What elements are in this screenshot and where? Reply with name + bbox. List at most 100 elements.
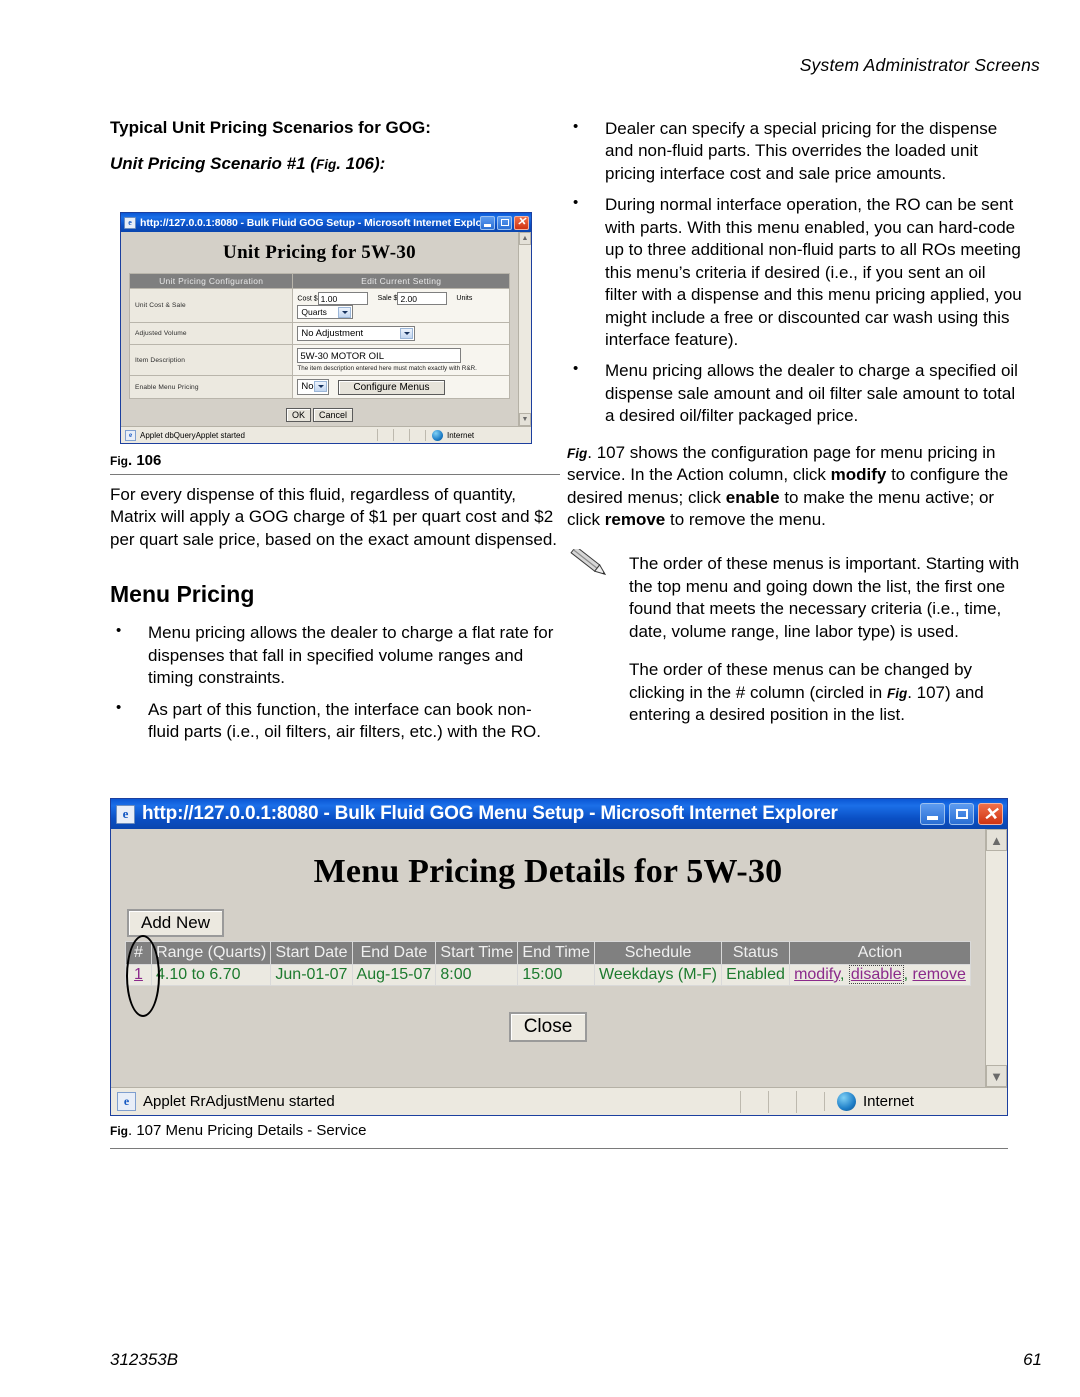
cell-action: modify, disable, remove	[788, 964, 972, 986]
fig107-caption: Fig. 107 Menu Pricing Details - Service	[110, 1122, 366, 1139]
fig106-caption: Fig. 106	[110, 452, 161, 469]
fig107-caption-text: . 107 Menu Pricing Details - Service	[128, 1122, 367, 1139]
fig107-zone-label: Internet	[863, 1093, 914, 1110]
scroll-down-arrow-icon[interactable]: ▼	[986, 1065, 1007, 1087]
close-icon[interactable]: ✕	[978, 803, 1003, 825]
ie-page-icon	[116, 804, 135, 824]
ie-page-icon	[117, 1092, 136, 1111]
close-icon[interactable]: ✕	[514, 215, 529, 230]
enable-menu-pricing-value: No	[301, 381, 314, 392]
row-value-item-description: 5W-30 MOTOR OIL The item description ent…	[292, 344, 510, 376]
fig107-title-bar[interactable]: http://127.0.0.1:8080 - Bulk Fluid GOG M…	[111, 799, 1007, 829]
status-segment	[796, 1090, 824, 1113]
maximize-icon[interactable]	[949, 803, 974, 825]
remove-link[interactable]: remove	[913, 966, 966, 983]
cost-label: Cost $	[297, 295, 318, 303]
fig106-caption-number: . 106	[128, 452, 162, 469]
fig107-page-heading: Menu Pricing Details for 5W-30	[313, 853, 783, 890]
left-bullet-list: Menu pricing allows the dealer to charge…	[110, 621, 562, 743]
menu-pricing-heading: Menu Pricing	[110, 581, 255, 608]
list-item: Dealer can specify a special pricing for…	[567, 117, 1022, 185]
fig107-status-text: Applet RrAdjustMenu started	[143, 1093, 335, 1110]
fig106-vertical-scrollbar[interactable]: ▲ ▼	[518, 232, 531, 426]
fig107-caption-label: Fig	[110, 1124, 128, 1138]
units-select[interactable]: Quarts	[297, 305, 354, 319]
close-button[interactable]: Close	[508, 1012, 588, 1042]
minimize-icon[interactable]	[920, 803, 945, 825]
table-row-enable-menu-pricing: Enable Menu Pricing No Configure Menus	[128, 375, 510, 399]
status-segment	[409, 429, 425, 441]
fig107-vertical-scrollbar[interactable]: ▲ ▼	[985, 829, 1007, 1087]
fig106-browser-window: http://127.0.0.1:8080 - Bulk Fluid GOG S…	[120, 212, 532, 444]
disable-link[interactable]: disable	[848, 965, 904, 984]
fig106-page: Unit Pricing for 5W-30 Unit Pricing Conf…	[121, 232, 518, 426]
fig106-title-bar[interactable]: http://127.0.0.1:8080 - Bulk Fluid GOG S…	[121, 213, 531, 232]
chevron-down-icon	[400, 328, 414, 339]
chevron-down-icon	[314, 381, 328, 392]
fig106-caption-label: Fig	[110, 454, 128, 468]
modify-link[interactable]: modify	[794, 966, 840, 983]
col-header-action: Action	[788, 941, 972, 965]
left-column: Typical Unit Pricing Scenarios for GOG: …	[110, 118, 560, 182]
cell-start-time: 8:00	[435, 964, 519, 986]
row-label-adjusted-volume: Adjusted Volume	[128, 322, 294, 345]
running-head: System Administrator Screens	[799, 55, 1040, 75]
left-heading-italic: Unit Pricing Scenario #1 (Fig. 106):	[110, 154, 560, 174]
cell-end-date: Aug-15-07	[351, 964, 437, 986]
configure-menus-button[interactable]: Configure Menus	[338, 379, 445, 395]
scroll-up-arrow-icon[interactable]: ▲	[986, 829, 1007, 851]
fig107-reference-paragraph: Fig. 107 shows the configuration page fo…	[567, 442, 1022, 532]
col-header-range: Range (Quarts)	[150, 941, 272, 965]
row-value-adjusted-volume: No Adjustment	[292, 322, 510, 345]
fig106-status-bar: Applet dbQueryApplet started Internet	[121, 426, 531, 443]
table-row-unit-cost-sale: Unit Cost & Sale Cost $1.00 Sale $2.00 U…	[128, 288, 510, 323]
enable-menu-pricing-select[interactable]: No	[297, 379, 330, 395]
note-block: The order of these menus is important. S…	[567, 549, 1022, 726]
chevron-down-icon	[338, 307, 352, 318]
bold-modify: modify	[830, 465, 887, 485]
cell-end-time: 15:00	[517, 964, 596, 986]
fig-smallcaps: Fig	[315, 157, 337, 173]
row-number-link[interactable]: 1	[134, 966, 143, 983]
status-segment	[377, 429, 393, 441]
cancel-button[interactable]: Cancel	[313, 408, 354, 422]
cell-range: 4.10 to 6.70	[150, 964, 272, 986]
ie-page-icon	[124, 216, 136, 229]
units-label: Units	[456, 295, 473, 303]
adjusted-volume-select[interactable]: No Adjustment	[297, 326, 416, 341]
cell-schedule: Weekdays (M-F)	[594, 964, 723, 986]
fig107-client-area: Menu Pricing Details for 5W-30 Add New #…	[111, 829, 1007, 1087]
right-bullet-list: Dealer can specify a special pricing for…	[567, 117, 1022, 428]
status-segment	[393, 429, 409, 441]
globe-icon	[432, 429, 443, 441]
cost-input[interactable]: 1.00	[317, 292, 368, 305]
fig106-caption-rule	[110, 474, 560, 475]
gog-charge-paragraph: For every dispense of this fluid, regard…	[110, 485, 558, 549]
item-description-input[interactable]: 5W-30 MOTOR OIL	[297, 348, 462, 363]
ok-button[interactable]: OK	[285, 408, 311, 422]
bold-remove: remove	[604, 510, 666, 529]
table-row: 1 4.10 to 6.70 Jun-01-07 Aug-15-07 8:00 …	[125, 964, 972, 986]
left-heading-italic-pre: Unit Pricing Scenario #1 (	[110, 154, 316, 174]
fig106-client-area: Unit Pricing for 5W-30 Unit Pricing Conf…	[121, 232, 531, 426]
add-new-button[interactable]: Add New	[127, 909, 224, 937]
table-header-row: # Range (Quarts) Start Date End Date Sta…	[125, 941, 972, 965]
scroll-down-arrow-icon[interactable]: ▼	[519, 413, 531, 426]
action-separator-2: ,	[903, 966, 913, 983]
table-header-row: Unit Pricing Configuration Edit Current …	[128, 273, 510, 289]
status-segment	[768, 1090, 796, 1113]
globe-icon	[837, 1092, 856, 1111]
footer-doc-number: 312353B	[110, 1350, 179, 1369]
sale-input[interactable]: 2.00	[397, 292, 448, 305]
col-header-edit-current-setting: Edit Current Setting	[292, 273, 510, 289]
scroll-up-arrow-icon[interactable]: ▲	[519, 232, 531, 245]
maximize-icon[interactable]	[497, 215, 512, 230]
fig-smallcaps: Fig	[886, 685, 908, 701]
minimize-icon[interactable]	[480, 215, 495, 230]
status-segment	[740, 1090, 768, 1113]
cell-number: 1	[125, 964, 152, 986]
cell-start-date: Jun-01-07	[270, 964, 353, 986]
fig106-button-row: OK Cancel	[129, 408, 510, 422]
unit-pricing-table: Unit Pricing Configuration Edit Current …	[128, 273, 510, 399]
fig107-title-text: http://127.0.0.1:8080 - Bulk Fluid GOG M…	[142, 803, 838, 824]
